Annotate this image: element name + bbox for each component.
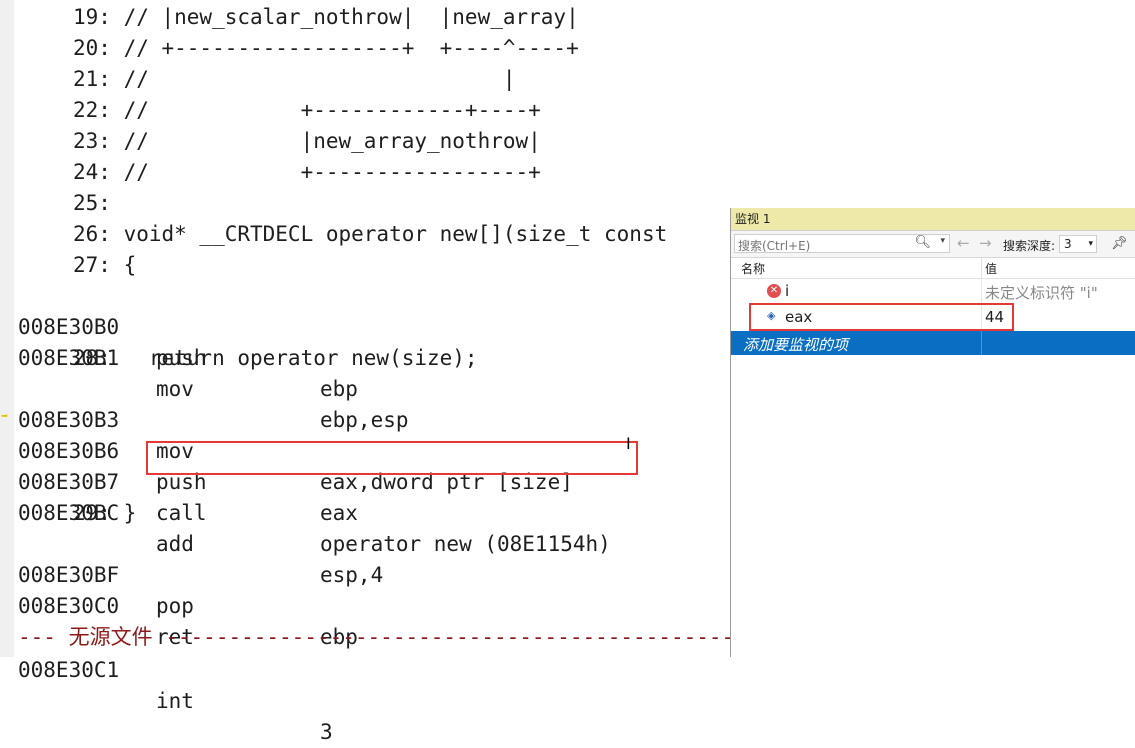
asm-operand: ebp,esp <box>320 408 409 432</box>
search-depth-select[interactable]: 3 ▾ <box>1059 235 1097 253</box>
asm-line: 008E30B0 push ebp <box>0 281 358 401</box>
column-divider <box>981 331 982 355</box>
search-depth-label: 搜索深度: <box>1003 239 1056 253</box>
asm-address: 008E30B0 <box>18 315 120 339</box>
asm-operand: esp,4 <box>320 563 384 587</box>
asm-opcode: pop <box>156 594 194 618</box>
search-icon[interactable]: 🔍︎ <box>914 235 931 250</box>
asm-line: 008E30B1 mov ebp,esp <box>0 312 409 432</box>
asm-line: 008E30B7 call operator new (08E1154h) <box>0 436 611 556</box>
column-divider <box>981 279 982 305</box>
column-divider[interactable] <box>981 258 982 278</box>
arrow-left-icon[interactable]: ← <box>957 234 970 252</box>
watch-row[interactable]: ✕ i 未定义标识符 "i" <box>731 279 1135 305</box>
watch-title[interactable]: 监视 1 <box>731 208 1135 231</box>
arrow-right-icon[interactable]: → <box>979 234 992 252</box>
no-source-label: 无源文件 <box>68 625 153 649</box>
watch-row-value[interactable]: 未定义标识符 "i" <box>985 282 1098 303</box>
chevron-down-icon: ▾ <box>1088 239 1093 249</box>
asm-opcode: call <box>156 501 207 525</box>
asm-operand: eax <box>320 501 358 525</box>
error-icon: ✕ <box>767 284 781 298</box>
search-depth-value: 3 <box>1064 237 1072 251</box>
column-header-value[interactable]: 值 <box>985 260 997 277</box>
asm-line: 008E30BC add esp,4 <box>0 467 383 587</box>
asm-line: 008E30B3 mov eax,dword ptr [size] <box>0 374 573 494</box>
asm-address: 008E30C0 <box>18 594 120 618</box>
asm-line: 008E30C0 ret <box>0 560 194 649</box>
watch-column-headers: 名称 值 <box>731 258 1135 279</box>
asm-line: 008E30BF pop ebp <box>0 529 358 649</box>
watch-row-name[interactable]: i <box>785 282 789 300</box>
asm-address: 008E30B7 <box>18 470 120 494</box>
asm-opcode: int <box>156 689 194 713</box>
text-cursor-icon: I <box>626 434 631 453</box>
call-highlight-box <box>146 441 638 475</box>
asm-address: 008E30C1 <box>18 658 120 682</box>
eax-highlight-box <box>749 303 1014 331</box>
pin-icon[interactable]: 📌︎ <box>1111 236 1128 251</box>
asm-opcode: mov <box>156 377 194 401</box>
asm-address: 008E30BF <box>18 563 120 587</box>
asm-operand: operator new (08E1154h) <box>320 532 611 556</box>
asm-address: 008E30B6 <box>18 439 120 463</box>
no-source-separator: --- 无源文件 -------------------------------… <box>18 625 785 649</box>
add-watch-row[interactable]: 添加要监视的项 <box>731 331 1135 355</box>
asm-address: 008E30B3 <box>18 408 120 432</box>
watch-toolbar: 🔍︎ ▾ ← → 搜索深度: 3 ▾ 📌︎ <box>731 231 1135 258</box>
add-watch-placeholder[interactable]: 添加要监视的项 <box>743 334 848 355</box>
column-header-name[interactable]: 名称 <box>741 260 765 277</box>
watch-window: 监视 1 🔍︎ ▾ ← → 搜索深度: 3 ▾ 📌︎ 名称 值 ✕ i 未定义标… <box>730 208 1135 657</box>
asm-operand: 3 <box>320 720 333 744</box>
search-box[interactable]: 🔍︎ ▾ <box>734 234 950 254</box>
asm-line-current: 008E30B6 push eax <box>0 405 358 525</box>
search-input[interactable] <box>735 238 921 254</box>
chevron-down-icon[interactable]: ▾ <box>940 236 945 246</box>
asm-opcode: add <box>156 532 194 556</box>
asm-operand: ebp <box>320 377 358 401</box>
asm-line: 008E30C1 int 3 <box>0 624 333 744</box>
